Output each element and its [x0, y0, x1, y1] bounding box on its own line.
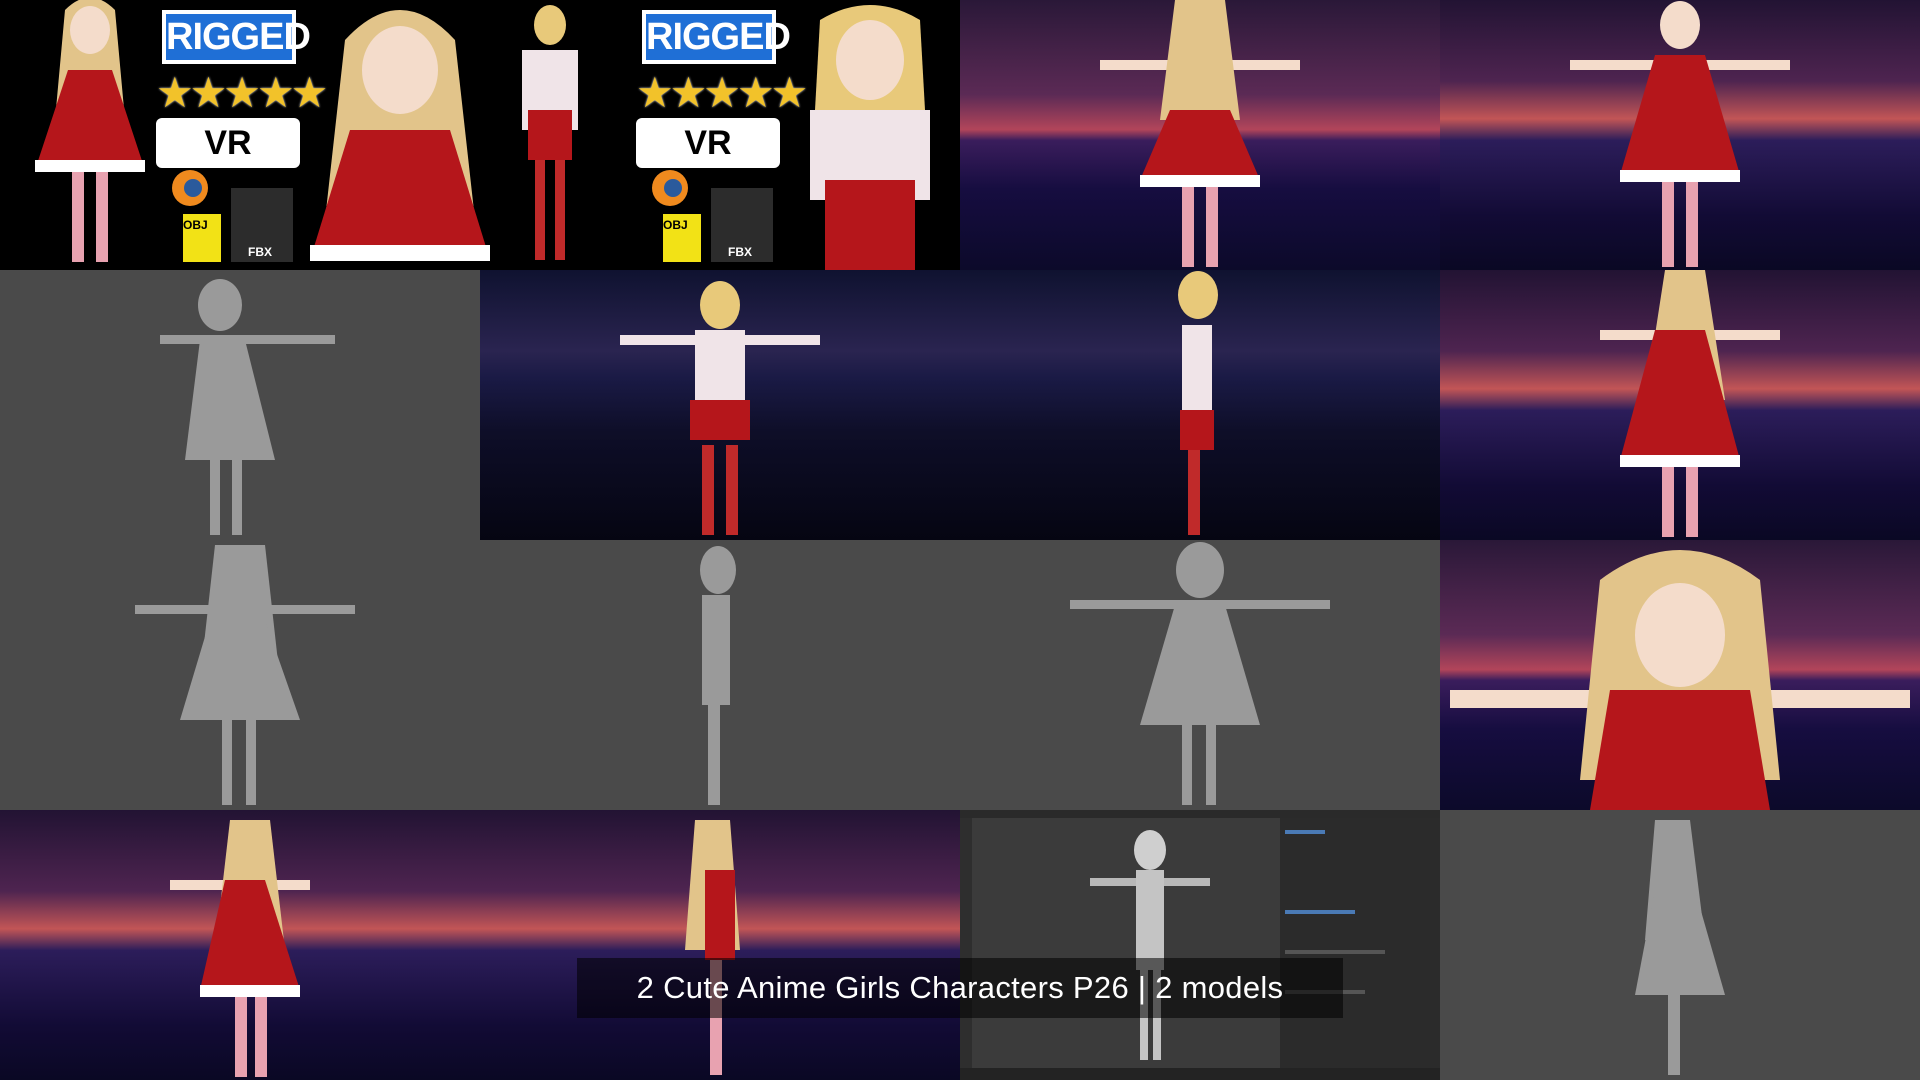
blender-icon: [172, 170, 208, 206]
clay-model-side-2: [1635, 820, 1725, 1075]
clay-side: [480, 540, 960, 810]
character-tpose-back: [1100, 0, 1300, 267]
character-kimono-back: [620, 281, 820, 535]
character-tpose-closeup: [1450, 550, 1910, 810]
vrchat-badge: VR CHAT: [156, 118, 300, 212]
fbx-label-2: FBX: [728, 245, 752, 259]
character-side-view: [685, 820, 740, 1075]
render-tpose-back: [960, 0, 1440, 270]
preview-grid: RIGGED ★★★★★ VR CHAT OBJ FBX RIGGED ★★★★…: [0, 0, 1920, 1080]
character-tpose-angled: [1600, 270, 1780, 537]
vrchat-badge-2: VR CHAT: [636, 118, 780, 212]
clay-model-angled: [160, 279, 335, 535]
render-side-view: [480, 810, 960, 1080]
render-kimono-back: [480, 270, 960, 540]
fbx-label: FBX: [248, 245, 272, 259]
rigged-badge-2: RIGGED: [642, 10, 791, 64]
blender-icon: [652, 170, 688, 206]
character-tpose-front-2: [170, 820, 310, 1077]
format-icons-2: [652, 170, 773, 262]
clay-model-side: [700, 546, 736, 805]
obj-label-2: OBJ: [663, 218, 688, 232]
render-tpose-front-2: [0, 810, 480, 1080]
render-tpose-closeup: [1440, 540, 1920, 810]
character-red-dress-front: [35, 0, 145, 262]
character-kimono-front: [522, 5, 578, 260]
character-kimono-side: [1178, 271, 1218, 535]
format-icons: [172, 170, 293, 262]
clay-model-front: [1070, 542, 1330, 805]
clay-model-back: [135, 545, 355, 805]
promo-banner: RIGGED ★★★★★ VR CHAT OBJ FBX RIGGED ★★★★…: [0, 0, 960, 270]
obj-label: OBJ: [183, 218, 208, 232]
render-kimono-side: [960, 270, 1440, 540]
render-tpose-front: [1440, 0, 1920, 270]
blender-viewport: [960, 810, 1440, 1080]
rating-stars-2: ★★★★★: [636, 69, 808, 116]
rating-stars: ★★★★★: [156, 69, 328, 116]
clay-tpose-back: [0, 540, 480, 810]
clay-side-2: [1440, 810, 1920, 1080]
character-red-dress-closeup: [310, 10, 490, 261]
clay-tpose-front: [960, 540, 1440, 810]
blender-window: [960, 810, 1440, 1080]
promo-figures: [35, 0, 930, 270]
character-kimono-closeup: [810, 5, 930, 270]
rigged-badge: RIGGED: [162, 10, 311, 64]
clay-tpose-angled: [0, 270, 480, 540]
blender-interface: [960, 810, 1440, 1080]
render-tpose-angled: [1440, 270, 1920, 540]
character-tpose-front: [1570, 1, 1790, 267]
